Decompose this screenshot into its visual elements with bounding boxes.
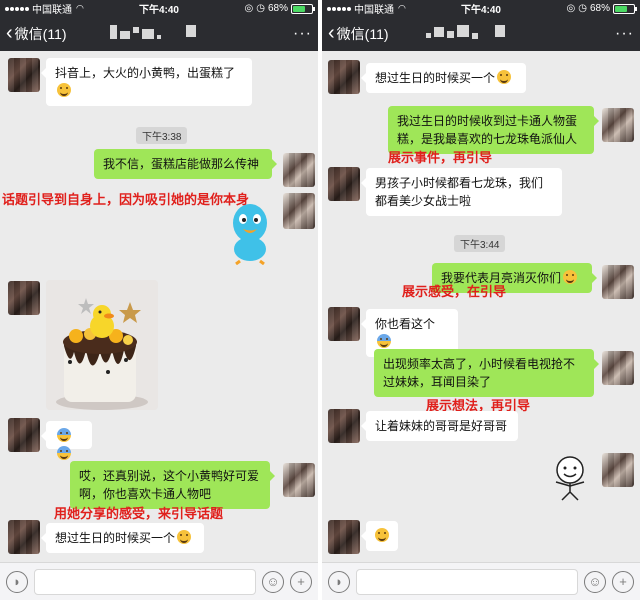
status-bar: 中国联通 ◠ 下午4:40 ◎ ◷ 68% xyxy=(0,0,318,17)
stick-figure-sticker-icon xyxy=(555,456,585,501)
avatar xyxy=(328,167,360,201)
battery-icon xyxy=(291,3,315,14)
avatar xyxy=(8,58,40,92)
message-text: 我过生日的时候收到过卡通人物蛋糕，是我最喜欢的七龙珠龟派仙人 xyxy=(397,114,578,146)
left-screenshot: 中国联通 ◠ 下午4:40 ◎ ◷ 68% ‹ 微信(11) ··· 抖音上，大… xyxy=(0,0,318,600)
carrier-label: 中国联通 xyxy=(32,5,72,16)
alarm-icon: ◷ xyxy=(256,3,265,14)
back-button[interactable]: ‹ 微信(11) xyxy=(328,22,389,44)
wifi-icon: ◠ xyxy=(398,3,406,13)
cake-image xyxy=(46,280,158,410)
cake-photo[interactable] xyxy=(46,280,158,410)
avatar xyxy=(328,307,360,341)
avatar xyxy=(328,520,360,554)
message-bubble[interactable] xyxy=(361,521,398,551)
smile-emoji-icon xyxy=(57,83,71,97)
scream-emoji-icon xyxy=(377,334,391,348)
message-bubble[interactable]: 想过生日的时候买一个 xyxy=(361,63,526,93)
avatar xyxy=(283,463,315,497)
message-bubble[interactable]: 让着妹妹的哥哥是好哥哥 xyxy=(361,411,518,441)
avatar xyxy=(283,193,315,229)
battery-percent: 68% xyxy=(267,3,288,14)
voice-icon[interactable]: ◗ xyxy=(328,570,350,593)
contact-name-pixelated xyxy=(110,25,196,39)
sweat-emoji-icon xyxy=(57,446,71,460)
avatar xyxy=(602,265,634,299)
input-bar: ◗ ☺ + xyxy=(322,562,640,600)
chat-area: 想过生日的时候买一个 我过生日的时候收到过卡通人物蛋糕，是我最喜欢的七龙珠龟派仙… xyxy=(322,51,640,562)
more-button[interactable]: ··· xyxy=(293,25,312,43)
voice-icon[interactable]: ◗ xyxy=(6,570,28,593)
avatar xyxy=(8,281,40,315)
battery-percent: 68% xyxy=(589,3,610,14)
message-bubble[interactable]: 男孩子小时候都看七龙珠，我们都看美少女战士啦 xyxy=(361,168,562,216)
avatar xyxy=(283,153,315,187)
signal-icon xyxy=(327,6,351,11)
smile-emoji-icon xyxy=(177,530,192,544)
message-text: 让着妹妹的哥哥是好哥哥 xyxy=(375,419,508,433)
avatar xyxy=(602,453,634,487)
carrier-label: 中国联通 xyxy=(354,5,394,16)
message-input[interactable] xyxy=(356,568,578,595)
message-bubble[interactable]: 哎，还真别说，这个小黄鸭好可爱啊，你也喜欢卡通人物吧 xyxy=(70,461,275,509)
message-text: 哎，还真别说，这个小黄鸭好可爱啊，你也喜欢卡通人物吧 xyxy=(79,469,260,501)
emoji-icon[interactable]: ☺ xyxy=(584,570,606,593)
avatar xyxy=(602,108,634,142)
chevron-left-icon: ‹ xyxy=(328,22,335,44)
nav-bar: ‹ 微信(11) ··· xyxy=(322,17,640,51)
message-text: 抖音上，大火的小黄鸭，出蛋糕了 xyxy=(55,66,236,80)
right-screenshot: 中国联通 ◠ 下午4:40 ◎ ◷ 68% ‹ 微信(11) ··· 想过生日的… xyxy=(322,0,640,600)
input-bar: ◗ ☺ + xyxy=(0,562,318,600)
avatar xyxy=(602,351,634,385)
back-label: 微信(11) xyxy=(336,26,389,42)
back-label: 微信(11) xyxy=(14,26,67,42)
message-bubble[interactable]: 出现频率太高了，小时候看电视抢不过妹妹，耳闻目染了 xyxy=(374,349,599,397)
avatar xyxy=(328,60,360,94)
annotation-text: 展示感受，在引导 xyxy=(402,285,507,300)
message-bubble[interactable]: 抖音上，大火的小黄鸭，出蛋糕了 xyxy=(41,58,252,106)
wifi-icon: ◠ xyxy=(76,3,84,13)
status-bar: 中国联通 ◠ 下午4:40 ◎ ◷ 68% xyxy=(322,0,640,17)
message-text: 出现频率太高了，小时候看电视抢不过妹妹，耳闻目染了 xyxy=(383,357,576,389)
avatar xyxy=(8,418,40,452)
annotation-text: 展示事件，再引导 xyxy=(388,151,493,166)
timestamp: 下午3:44 xyxy=(454,235,506,252)
chevron-left-icon: ‹ xyxy=(6,22,13,44)
sweat-emoji-icon xyxy=(57,428,71,442)
nav-bar: ‹ 微信(11) ··· xyxy=(0,17,318,51)
message-bubble[interactable] xyxy=(41,421,92,460)
message-text: 男孩子小时候都看七龙珠，我们都看美少女战士啦 xyxy=(375,176,544,208)
message-text: 我不信，蛋糕店能做那么传神 xyxy=(103,157,260,171)
message-input[interactable] xyxy=(34,568,256,595)
emoji-icon[interactable]: ☺ xyxy=(262,570,284,593)
more-button[interactable]: ··· xyxy=(615,25,634,43)
location-icon: ◎ xyxy=(566,3,576,14)
avatar xyxy=(328,409,360,443)
chat-area: 抖音上，大火的小黄鸭，出蛋糕了 下午3:38 我不信，蛋糕店能做那么传神 话题引… xyxy=(0,51,318,562)
signal-icon xyxy=(5,6,29,11)
avatar xyxy=(8,520,40,554)
alarm-icon: ◷ xyxy=(578,3,587,14)
message-bubble[interactable]: 想过生日的时候买一个 xyxy=(41,523,204,553)
location-icon: ◎ xyxy=(244,3,254,14)
smile-emoji-icon xyxy=(375,528,389,542)
message-text: 想过生日的时候买一个 xyxy=(55,531,176,545)
timestamp: 下午3:38 xyxy=(136,127,188,144)
duck-sticker-icon xyxy=(233,204,267,265)
battery-icon xyxy=(613,3,637,14)
plus-icon[interactable]: + xyxy=(290,570,312,593)
message-bubble[interactable]: 我不信，蛋糕店能做那么传神 xyxy=(94,149,277,179)
message-text: 想过生日的时候买一个 xyxy=(375,71,496,85)
smile-emoji-icon xyxy=(563,270,578,284)
smile-emoji-icon xyxy=(497,70,512,84)
annotation-text: 话题引导到自身上，因为吸引她的是你本身 xyxy=(2,193,250,208)
back-button[interactable]: ‹ 微信(11) xyxy=(6,22,67,44)
annotation-text: 用她分享的感受，来引导话题 xyxy=(54,507,224,522)
contact-name-pixelated xyxy=(426,25,505,39)
plus-icon[interactable]: + xyxy=(612,570,634,593)
message-text: 你也看这个 xyxy=(375,317,436,331)
